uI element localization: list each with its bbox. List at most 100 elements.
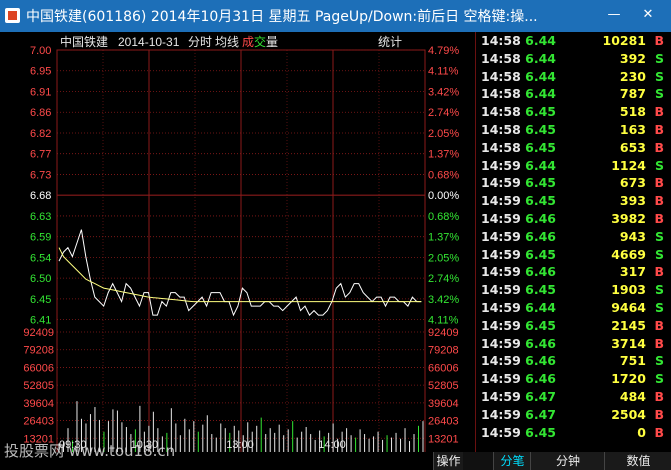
trade-row: 14:59 6.46 943 S (476, 228, 671, 246)
percent-label: 1.37% (428, 149, 459, 161)
price-label: 6.95 (30, 66, 51, 78)
trade-direction: B (654, 211, 664, 226)
stock-name: 中国铁建 (60, 34, 108, 49)
price-axis-labels: 7.00 6.95 6.91 6.86 6.82 6.77 6.73 6.68 6.63 6.59… (30, 45, 51, 327)
trade-volume: 1124 (611, 157, 646, 173)
trade-time: 14:59 (481, 424, 521, 440)
trade-price: 6.46 (525, 228, 556, 244)
intraday-chart[interactable]: 7.00 6.95 6.91 6.86 6.82 6.77 6.73 6.68 6.63 6.59… (0, 32, 475, 452)
volume-label-left: 39604 (23, 398, 54, 410)
trade-direction: S (654, 246, 664, 262)
trade-row: 14:58 6.44 230 S (476, 68, 671, 86)
trade-row: 14:59 6.46 317 B (476, 263, 671, 281)
trade-price: 6.46 (525, 335, 556, 351)
percent-axis-labels: 4.79% 4.11% 3.42% 2.74% 2.05% 1.37% 0.68% 0.00%… (428, 45, 459, 327)
trade-price: 6.46 (525, 371, 556, 387)
trade-volume: 518 (619, 104, 646, 120)
trade-time: 14:59 (481, 228, 521, 244)
trade-row: 14:59 6.45 4669 S (476, 246, 671, 264)
trade-row: 14:58 6.44 392 S (476, 50, 671, 68)
trade-direction: S (654, 50, 664, 66)
volume-label-right: 79208 (428, 345, 459, 357)
minimize-button[interactable]: — (600, 3, 628, 27)
trade-volume: 0 (637, 424, 646, 440)
trade-time: 14:59 (481, 335, 521, 351)
trade-row: 14:58 6.45 163 B (476, 121, 671, 139)
chart-grid (56, 49, 426, 452)
trade-volume: 230 (619, 68, 646, 84)
trade-direction: B (654, 122, 664, 137)
percent-label: 0.68% (428, 211, 459, 223)
price-label: 6.73 (30, 169, 51, 181)
trade-direction: S (654, 353, 664, 369)
volume-label-left: 26403 (23, 416, 54, 428)
trade-direction: B (654, 193, 664, 209)
trade-direction: B (654, 335, 664, 351)
volume-label-left: 79208 (23, 345, 54, 357)
trade-direction: S (654, 157, 664, 173)
trade-direction: B (654, 406, 664, 422)
price-label: 6.63 (30, 211, 51, 223)
trade-direction: S (654, 68, 664, 84)
trade-volume: 673 (619, 175, 646, 191)
trade-price: 6.45 (525, 246, 556, 262)
trade-row: 14:58 6.45 518 B (476, 103, 671, 121)
trade-price: 6.45 (525, 193, 556, 209)
trade-price: 6.47 (525, 406, 556, 422)
deal-label-b: 交 (254, 34, 266, 49)
trade-direction: S (654, 86, 664, 102)
trade-volume: 2145 (611, 317, 646, 333)
tab-minutes[interactable]: 分钟 (530, 452, 605, 470)
trade-time: 14:59 (481, 193, 521, 209)
trade-direction: B (654, 389, 664, 404)
price-label: 7.00 (30, 45, 51, 57)
avg-line-label: 均线 (215, 35, 239, 49)
trade-row: 14:59 6.46 3982 B (476, 210, 671, 228)
close-button[interactable]: ✕ (634, 3, 662, 27)
trade-row: 14:59 6.44 1124 S (476, 157, 671, 175)
tab-ticks[interactable]: 分笔 (493, 452, 531, 470)
avg-line (58, 247, 422, 303)
trade-direction: S (654, 371, 664, 387)
percent-label: 0.68% (428, 169, 459, 181)
trade-price: 6.47 (525, 389, 556, 404)
trade-price: 6.46 (525, 211, 556, 226)
price-label: 6.86 (30, 107, 51, 119)
trade-volume: 10281 (602, 33, 647, 48)
trade-list[interactable]: 14:58 6.44 10281 B 14:58 6.44 392 S 14:58 6.44 230… (475, 32, 671, 452)
chart-date: 2014-10-31 (118, 35, 180, 49)
trade-volume: 3982 (611, 211, 646, 226)
trade-time: 14:58 (481, 86, 521, 102)
tab-values[interactable]: 数值 (604, 452, 671, 470)
watermark-text: 投股票网 www.tou18.cn (4, 442, 176, 460)
trade-row: 14:58 6.45 653 B (476, 139, 671, 157)
trade-time: 14:58 (481, 68, 521, 84)
title-bar: 中国铁建(601186) 2014年10月31日 星期五 PageUp/Down… (0, 0, 671, 32)
price-label: 6.91 (30, 86, 51, 98)
tab-operate[interactable]: 操作 (433, 452, 463, 470)
trade-volume: 653 (619, 139, 646, 155)
trade-volume: 1720 (611, 371, 646, 387)
volume-label-right: 13201 (428, 433, 459, 445)
price-label: 6.68 (30, 190, 51, 202)
trade-price: 6.44 (525, 50, 556, 66)
trade-price: 6.45 (525, 175, 556, 191)
trade-direction: B (654, 139, 664, 155)
price-lines (58, 229, 422, 317)
time-label: 13:00 (226, 439, 254, 451)
trade-direction: S (654, 282, 664, 298)
trade-row: 14:58 6.44 787 S (476, 85, 671, 103)
percent-label: 0.00% (428, 190, 459, 202)
trade-volume: 317 (619, 264, 646, 280)
trade-row: 14:59 6.44 9464 S (476, 299, 671, 317)
volume-label-left: 66006 (23, 362, 54, 374)
trade-direction: B (654, 317, 664, 333)
deal-label-a: 成 (242, 35, 254, 49)
stats-button[interactable]: 统计 (378, 35, 402, 49)
price-label: 6.82 (30, 128, 51, 140)
window-title: 中国铁建(601186) 2014年10月31日 星期五 PageUp/Down… (26, 9, 538, 25)
trade-time: 14:59 (481, 406, 521, 422)
volume-label-right: 92409 (428, 327, 459, 339)
trade-direction: S (654, 228, 664, 244)
volume-label-left: 92409 (23, 327, 54, 339)
